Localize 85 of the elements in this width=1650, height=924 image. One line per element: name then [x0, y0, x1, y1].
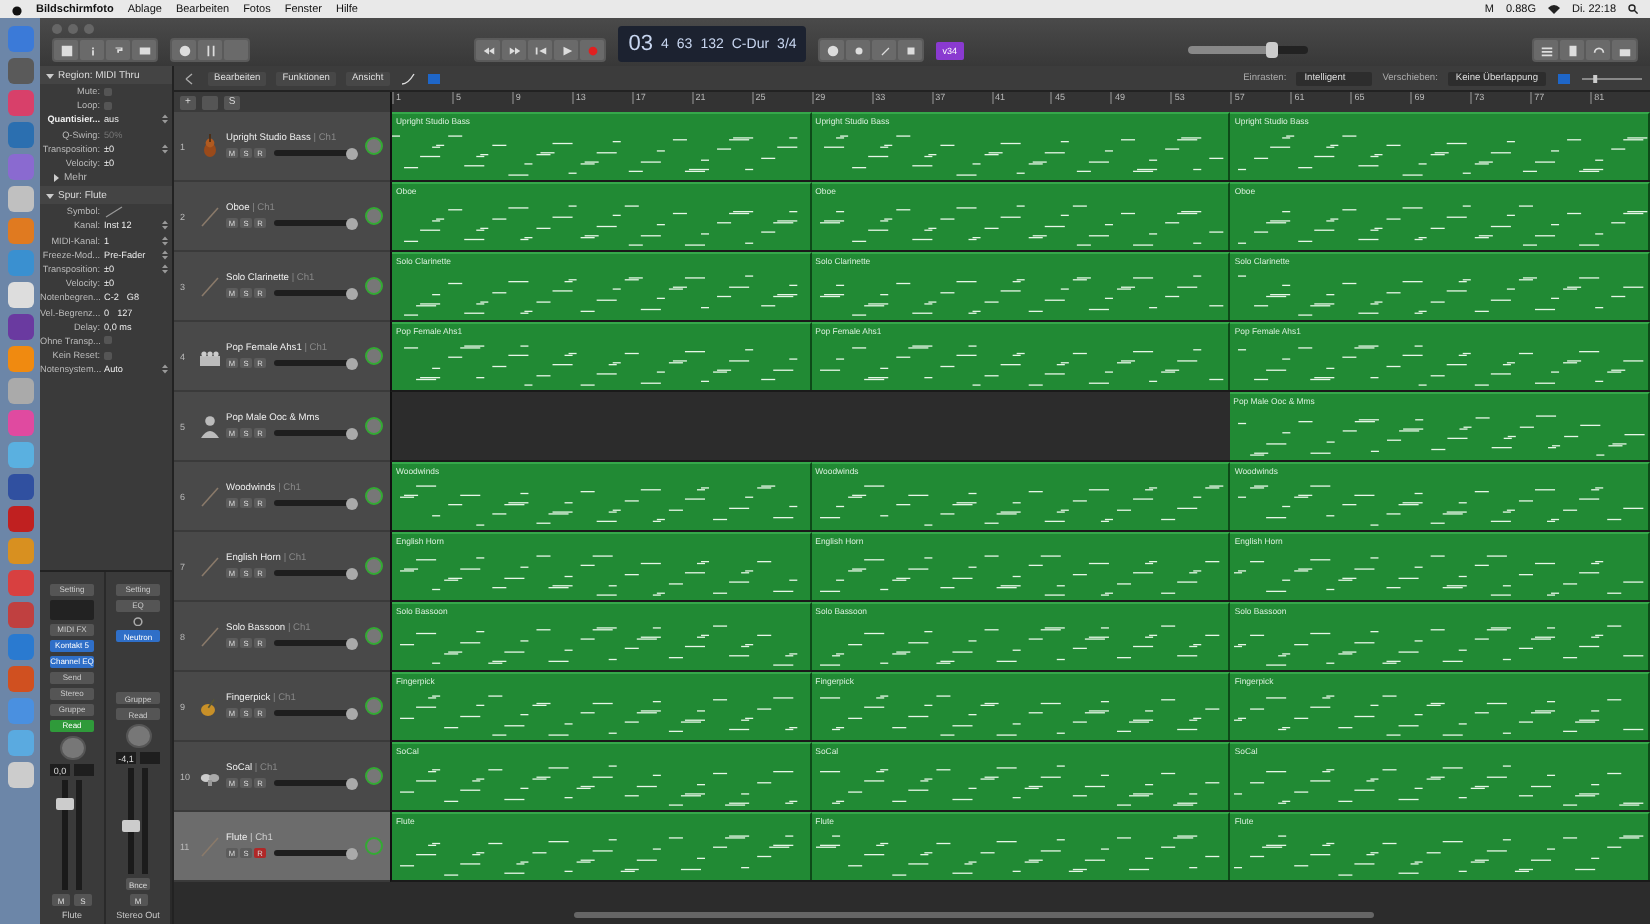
volume-slider[interactable] [274, 710, 358, 716]
pan-knob[interactable] [364, 416, 384, 436]
pan-knob[interactable] [364, 486, 384, 506]
wifi-icon[interactable] [1547, 4, 1560, 14]
pan-knob[interactable] [364, 766, 384, 786]
link-icon[interactable] [132, 615, 144, 627]
pan-knob[interactable] [59, 735, 85, 761]
choir-icon [200, 351, 220, 366]
volume-slider[interactable] [274, 150, 358, 156]
disclosure-icon[interactable] [46, 191, 54, 200]
peak-display [140, 752, 160, 765]
volume-slider[interactable] [274, 290, 358, 296]
zoom-icon[interactable] [1556, 71, 1572, 85]
app-icon[interactable] [7, 282, 33, 308]
stepper-icon[interactable] [162, 114, 168, 125]
woodwind-icon [201, 487, 219, 507]
pan-knob[interactable] [364, 206, 384, 226]
info-icon[interactable] [80, 40, 104, 60]
stepper-icon[interactable] [162, 143, 168, 154]
app-icon[interactable] [7, 506, 33, 532]
app-icon[interactable] [7, 474, 33, 500]
app-icon[interactable] [7, 378, 33, 404]
pan-knob[interactable] [364, 346, 384, 366]
disclosure-icon[interactable] [46, 71, 54, 79]
woodwind-icon [201, 837, 219, 857]
volume-slider[interactable] [274, 500, 358, 506]
app-icon[interactable] [7, 442, 33, 468]
stick-icon[interactable] [104, 205, 124, 218]
pan-knob[interactable] [364, 696, 384, 716]
woodwind-icon [201, 207, 219, 227]
pan-knob[interactable] [364, 626, 384, 646]
volume-slider[interactable] [274, 780, 358, 786]
pan-knob[interactable] [125, 723, 151, 749]
person-icon [201, 416, 219, 438]
back-arrow-icon[interactable] [182, 71, 198, 85]
app-icon[interactable] [7, 762, 33, 788]
volume-slider[interactable] [274, 430, 358, 436]
scrollbar[interactable] [574, 912, 1374, 918]
library-icon[interactable] [54, 40, 78, 60]
peak-display [74, 764, 94, 777]
stepper-icon[interactable] [162, 249, 168, 260]
pencil-icon[interactable] [872, 40, 897, 60]
woodwind-icon [201, 627, 219, 647]
pan-knob[interactable] [364, 276, 384, 296]
volume-slider[interactable] [274, 360, 358, 366]
notepad-icon[interactable] [1560, 40, 1585, 60]
folder-icon[interactable] [202, 95, 218, 109]
apple-logo-icon[interactable] [12, 3, 22, 15]
app-icon[interactable] [7, 186, 33, 212]
app-icon[interactable] [7, 314, 33, 340]
pan-knob[interactable] [364, 136, 384, 156]
stepper-icon[interactable] [162, 263, 168, 274]
search-icon[interactable] [1628, 4, 1638, 14]
volume-slider[interactable] [274, 850, 358, 856]
volume-slider[interactable] [274, 220, 358, 226]
bar-readout: 03 [628, 32, 653, 56]
help-icon[interactable] [106, 40, 130, 60]
editor-icon[interactable] [132, 40, 156, 60]
list-icon[interactable] [1534, 40, 1559, 60]
volume-fader[interactable] [62, 780, 68, 891]
square-icon[interactable] [898, 40, 923, 60]
master-volume-slider[interactable] [1187, 46, 1308, 54]
app-icon[interactable] [7, 58, 33, 84]
play-icon[interactable] [554, 40, 579, 60]
drum-kit-icon [200, 774, 220, 786]
woodwind-icon [201, 277, 219, 297]
pan-knob[interactable] [364, 836, 384, 856]
curve-icon[interactable] [399, 71, 416, 85]
stepper-icon[interactable] [162, 220, 168, 231]
volume-fader[interactable] [128, 768, 134, 875]
disclosure-icon[interactable] [52, 174, 60, 183]
stepper-icon[interactable] [162, 364, 168, 375]
mixer-icon[interactable] [198, 40, 222, 60]
pan-knob[interactable] [364, 556, 384, 576]
skip-to-start-icon[interactable] [528, 40, 553, 60]
catch-icon[interactable] [425, 71, 442, 85]
woodwind-icon [201, 557, 219, 577]
volume-slider[interactable] [274, 640, 358, 646]
double-bass-icon [204, 134, 216, 157]
stepper-icon[interactable] [162, 235, 168, 246]
rewind-icon[interactable] [476, 40, 501, 60]
browser-icon[interactable] [1612, 40, 1637, 60]
guitar-icon [201, 699, 215, 716]
fast-forward-icon[interactable] [502, 40, 527, 60]
volume-slider[interactable] [274, 570, 358, 576]
